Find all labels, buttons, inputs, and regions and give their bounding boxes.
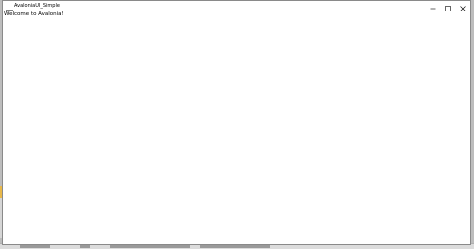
taskbar-mark <box>110 245 190 248</box>
window-title: AvaloniaUI_Simple <box>14 3 60 9</box>
app-window: AvaloniaUI_Simple Welcome to Avalonia! <box>2 0 471 245</box>
maximize-button[interactable] <box>440 1 455 12</box>
title-bar[interactable]: AvaloniaUI_Simple <box>3 1 470 17</box>
taskbar-mark <box>80 245 90 248</box>
app-icon <box>6 2 13 17</box>
desktop: AvaloniaUI_Simple Welcome to Avalonia! <box>0 0 474 249</box>
window-content: Welcome to Avalonia! <box>3 11 470 244</box>
taskbar-mark <box>20 245 50 248</box>
taskbar-mark <box>200 245 270 248</box>
close-button[interactable] <box>455 1 470 12</box>
welcome-text: Welcome to Avalonia! <box>4 11 64 17</box>
minimize-button[interactable] <box>425 1 440 11</box>
